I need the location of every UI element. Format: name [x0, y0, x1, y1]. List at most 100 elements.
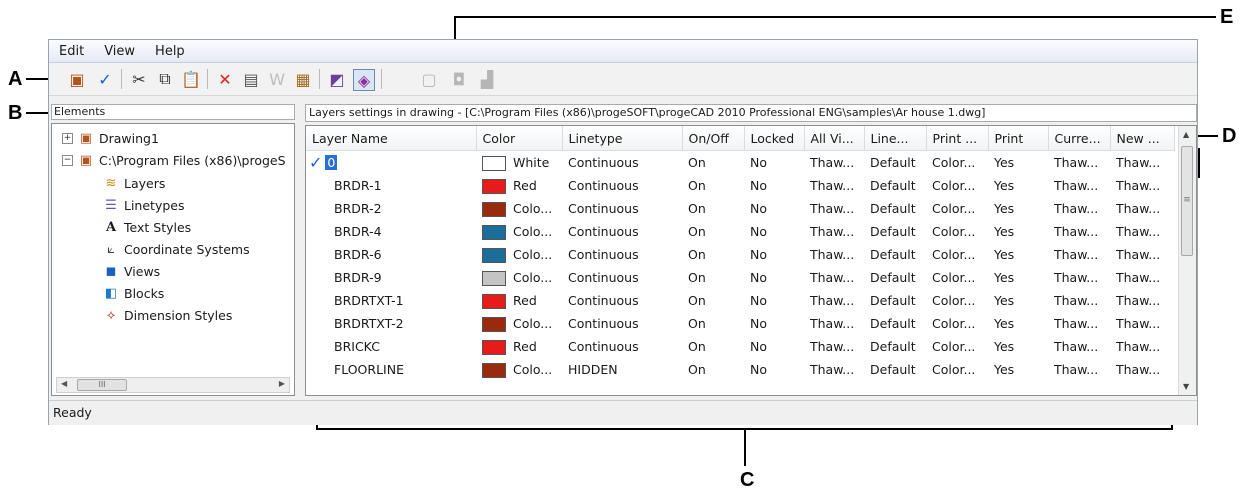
cell-locked[interactable]: No [744, 289, 804, 312]
cell-print-style[interactable]: Color... [926, 358, 988, 381]
cell-all-viewports[interactable]: Thaw... [804, 289, 864, 312]
tree-item-blocks[interactable]: ◧ Blocks [104, 285, 164, 301]
cell-new-viewport[interactable]: Thaw... [1110, 358, 1174, 381]
cell-linetype[interactable]: Continuous [562, 151, 682, 175]
disabled-b-icon[interactable]: ◘ [449, 69, 469, 89]
cell-layer-name[interactable]: ✓ 0 [306, 151, 476, 175]
scroll-up-icon[interactable]: ▲ [1183, 130, 1189, 139]
col-on-off[interactable]: On/Off [682, 126, 745, 151]
cell-new-viewport[interactable]: Thaw... [1110, 289, 1174, 312]
tree-item-dimension-styles[interactable]: ⟡ Dimension Styles [104, 307, 233, 323]
cell-color[interactable]: Red [476, 174, 562, 197]
cell-on-off[interactable]: On [682, 266, 744, 289]
cell-current-viewport[interactable]: Thaw... [1048, 220, 1110, 243]
cell-lineweight[interactable]: Default [864, 289, 926, 312]
cell-all-viewports[interactable]: Thaw... [804, 220, 864, 243]
cell-print-style[interactable]: Color... [926, 266, 988, 289]
cell-linetype[interactable]: HIDDEN [562, 358, 682, 381]
cell-print[interactable]: Yes [988, 151, 1048, 175]
tree-item-coordinate-systems[interactable]: ⟀ Coordinate Systems [104, 241, 250, 257]
cell-print-style[interactable]: Color... [926, 220, 988, 243]
table-row[interactable]: FLOORLINE Colo... HIDDEN On No Thaw... Default… [306, 358, 1174, 381]
menu-help[interactable]: Help [155, 44, 185, 59]
cell-print[interactable]: Yes [988, 197, 1048, 220]
cell-locked[interactable]: No [744, 312, 804, 335]
cell-locked[interactable]: No [744, 335, 804, 358]
cell-print[interactable]: Yes [988, 243, 1048, 266]
cell-lineweight[interactable]: Default [864, 220, 926, 243]
cell-current-viewport[interactable]: Thaw... [1048, 289, 1110, 312]
cell-print-style[interactable]: Color... [926, 197, 988, 220]
cell-locked[interactable]: No [744, 174, 804, 197]
cell-on-off[interactable]: On [682, 151, 744, 175]
cell-color[interactable]: White [476, 151, 562, 175]
cell-layer-name[interactable]: BRICKC [306, 335, 476, 358]
cell-new-viewport[interactable]: Thaw... [1110, 197, 1174, 220]
cell-current-viewport[interactable]: Thaw... [1048, 266, 1110, 289]
cell-lineweight[interactable]: Default [864, 174, 926, 197]
cell-print[interactable]: Yes [988, 266, 1048, 289]
col-locked[interactable]: Locked [744, 126, 805, 151]
cell-new-viewport[interactable]: Thaw... [1110, 312, 1174, 335]
table-row[interactable]: BRDR-6 Colo... Continuous On No Thaw... Defaul… [306, 243, 1174, 266]
purge-icon[interactable]: ▦ [293, 69, 313, 89]
scroll-right-icon[interactable]: ▶ [279, 379, 285, 388]
table-row[interactable]: BRICKC Red Continuous On No Thaw... Default Col… [306, 335, 1174, 358]
col-current-viewport[interactable]: Curre... [1048, 126, 1111, 151]
cell-color[interactable]: Colo... [476, 243, 562, 266]
tree-item-linetypes[interactable]: ☰ Linetypes [104, 197, 184, 213]
cell-print-style[interactable]: Color... [926, 151, 988, 175]
cell-locked[interactable]: No [744, 358, 804, 381]
table-row[interactable]: BRDR-2 Colo... Continuous On No Thaw... Defaul… [306, 197, 1174, 220]
cell-new-viewport[interactable]: Thaw... [1110, 266, 1174, 289]
table-row[interactable]: BRDR-4 Colo... Continuous On No Thaw... Defaul… [306, 220, 1174, 243]
cell-print-style[interactable]: Color... [926, 312, 988, 335]
cell-new-viewport[interactable]: Thaw... [1110, 220, 1174, 243]
cell-new-viewport[interactable]: Thaw... [1110, 243, 1174, 266]
cell-lineweight[interactable]: Default [864, 243, 926, 266]
set-current-icon[interactable]: ✓ [95, 69, 115, 89]
cell-layer-name[interactable]: FLOORLINE [306, 358, 476, 381]
cell-print[interactable]: Yes [988, 174, 1048, 197]
cell-on-off[interactable]: On [682, 220, 744, 243]
scroll-thumb[interactable]: III [77, 379, 127, 391]
cell-current-viewport[interactable]: Thaw... [1048, 358, 1110, 381]
menu-edit[interactable]: Edit [59, 44, 84, 59]
filter-icon[interactable]: ◩ [327, 69, 347, 89]
cell-current-viewport[interactable]: Thaw... [1048, 151, 1110, 175]
cell-all-viewports[interactable]: Thaw... [804, 358, 864, 381]
col-linetype[interactable]: Linetype [562, 126, 683, 151]
cell-linetype[interactable]: Continuous [562, 243, 682, 266]
grid-vertical-scrollbar[interactable]: ▲ ≡ ▼ [1178, 126, 1196, 395]
new-layer-icon[interactable]: ▣ [67, 69, 87, 89]
cell-print-style[interactable]: Color... [926, 289, 988, 312]
cell-lineweight[interactable]: Default [864, 266, 926, 289]
cell-print[interactable]: Yes [988, 358, 1048, 381]
cell-new-viewport[interactable]: Thaw... [1110, 174, 1174, 197]
tree-item-drawing1[interactable]: + ▣ Drawing1 [62, 130, 159, 146]
paste-icon[interactable]: 📋 [181, 69, 201, 89]
cell-current-viewport[interactable]: Thaw... [1048, 312, 1110, 335]
cell-lineweight[interactable]: Default [864, 197, 926, 220]
cell-linetype[interactable]: Continuous [562, 220, 682, 243]
scroll-left-icon[interactable]: ◀ [61, 379, 67, 388]
cell-layer-name[interactable]: BRDR-1 [306, 174, 476, 197]
cell-all-viewports[interactable]: Thaw... [804, 243, 864, 266]
col-print[interactable]: Print [988, 126, 1049, 151]
cell-print-style[interactable]: Color... [926, 335, 988, 358]
cell-print-style[interactable]: Color... [926, 243, 988, 266]
cell-print[interactable]: Yes [988, 289, 1048, 312]
cell-layer-name[interactable]: BRDRTXT-1 [306, 289, 476, 312]
cell-new-viewport[interactable]: Thaw... [1110, 151, 1174, 175]
scroll-thumb[interactable]: ≡ [1181, 146, 1193, 256]
cell-color[interactable]: Colo... [476, 312, 562, 335]
cell-current-viewport[interactable]: Thaw... [1048, 335, 1110, 358]
cell-new-viewport[interactable]: Thaw... [1110, 335, 1174, 358]
cell-color[interactable]: Colo... [476, 220, 562, 243]
disabled-c-icon[interactable]: ▟ [477, 69, 497, 89]
col-all-viewports[interactable]: All Vi... [804, 126, 865, 151]
collapse-icon[interactable]: − [62, 154, 73, 166]
cell-current-viewport[interactable]: Thaw... [1048, 243, 1110, 266]
cell-all-viewports[interactable]: Thaw... [804, 266, 864, 289]
cell-layer-name[interactable]: BRDR-2 [306, 197, 476, 220]
